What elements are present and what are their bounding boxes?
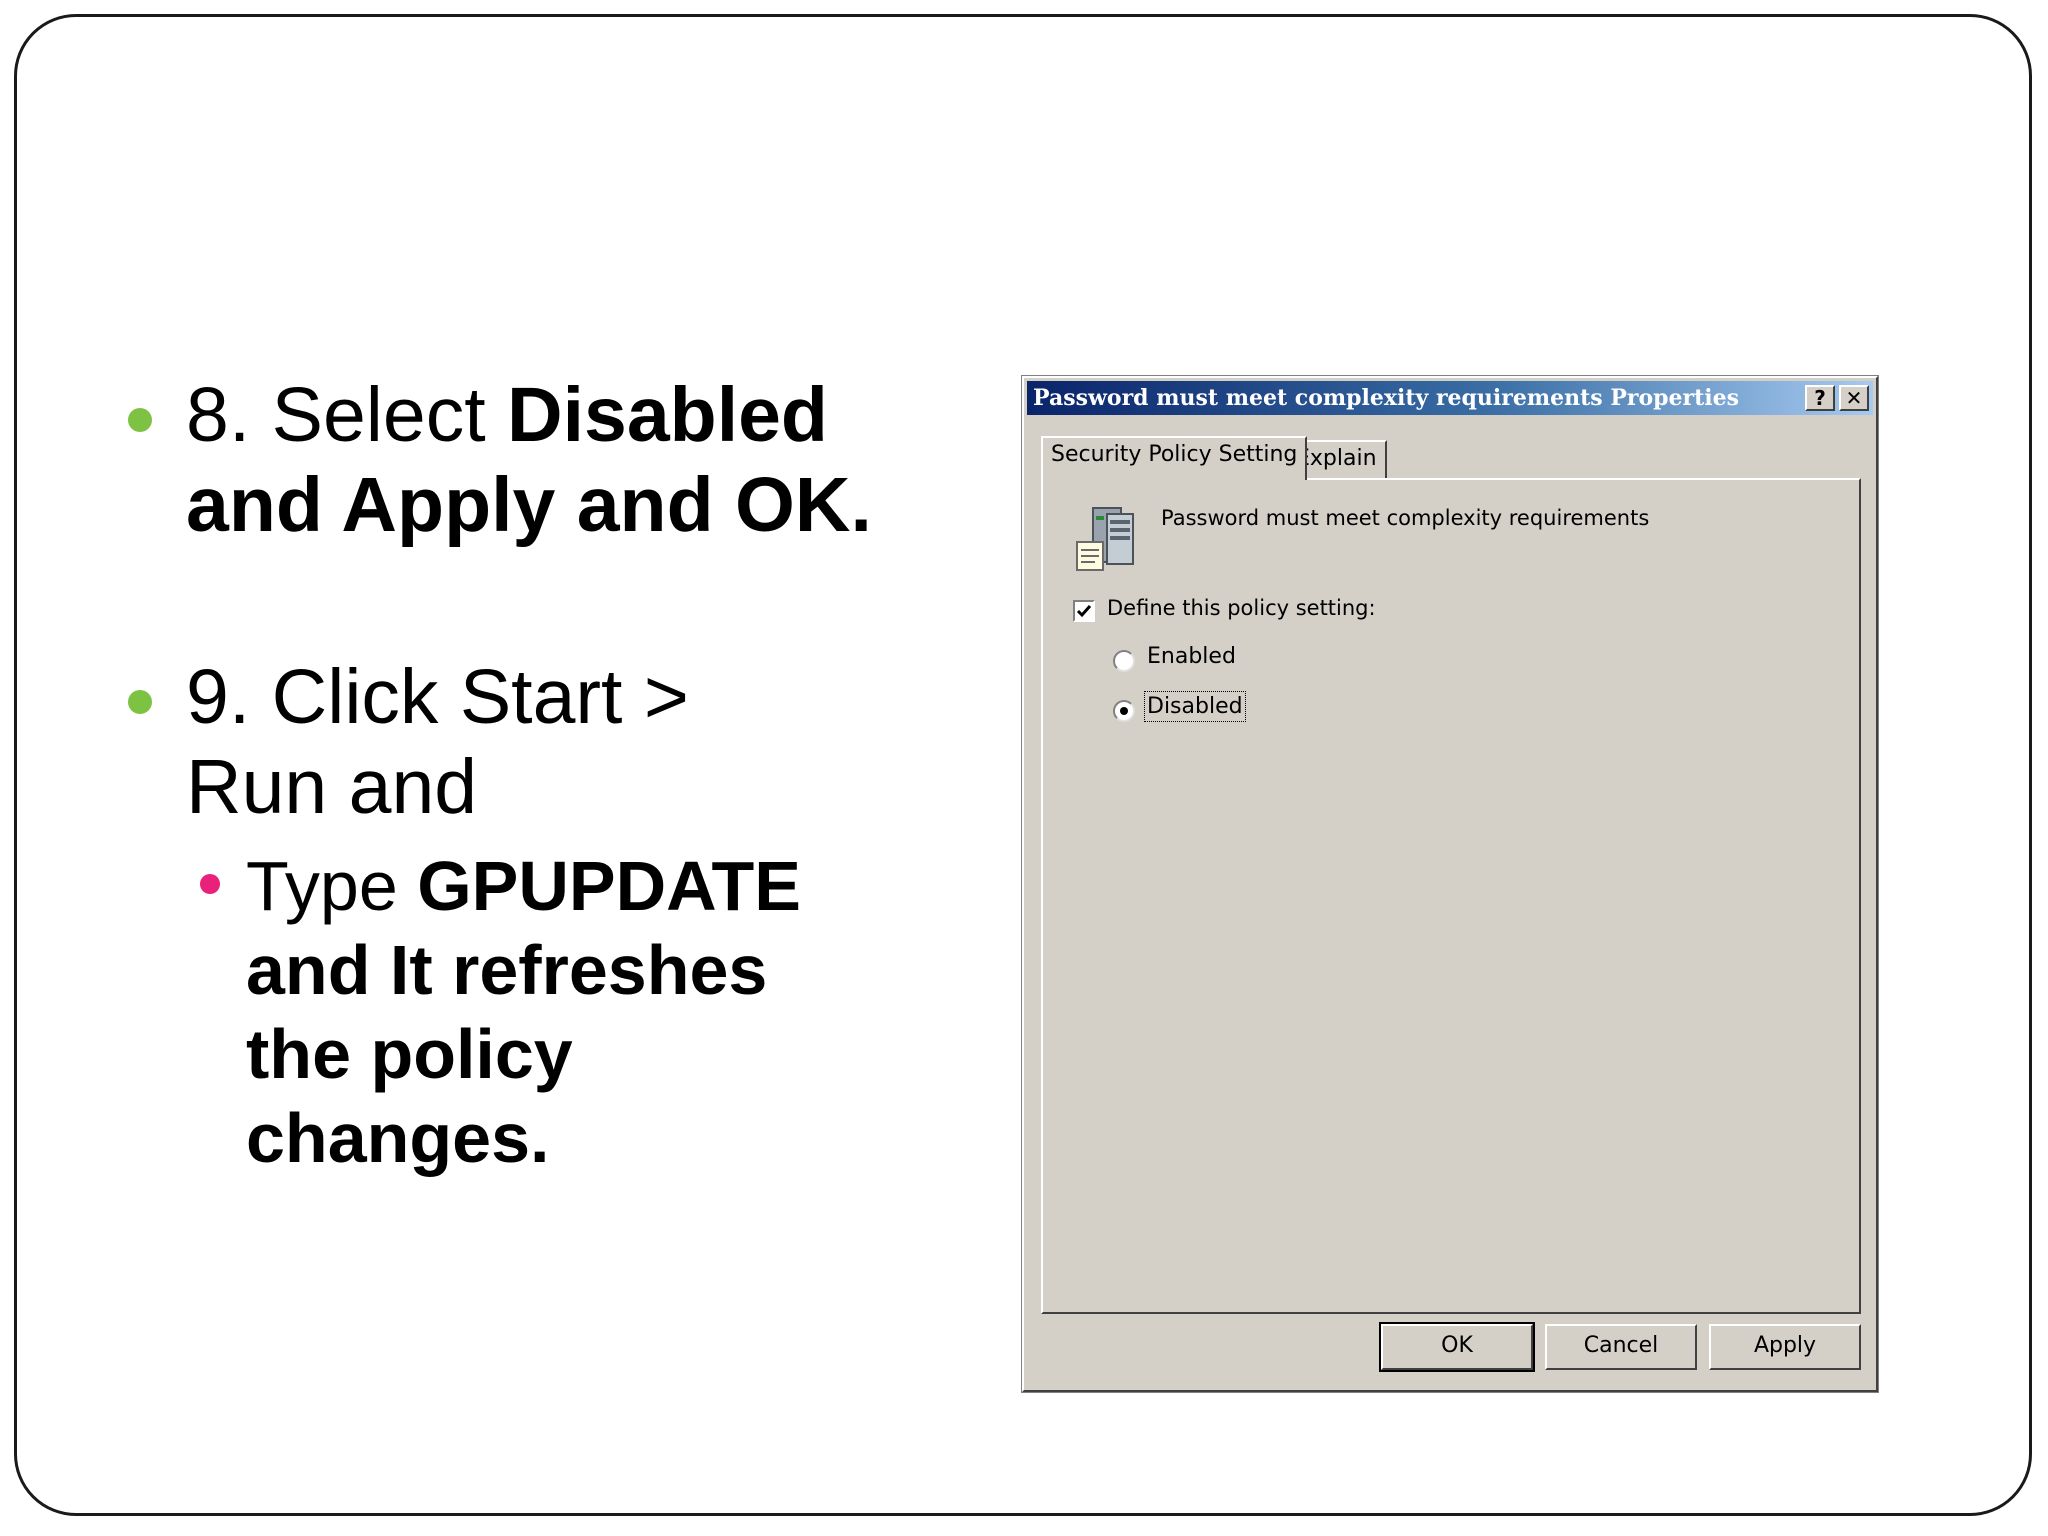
apply-button[interactable]: Apply (1709, 1324, 1861, 1370)
bullet-dot-1 (128, 408, 152, 432)
help-button[interactable]: ? (1805, 385, 1835, 411)
bullet-1-normal: 8. Select (186, 372, 508, 458)
enabled-radio[interactable] (1113, 650, 1135, 672)
bullet-dot-2 (128, 690, 152, 714)
bullet-2: 9. Click Start > Run and (186, 652, 746, 832)
radio-selected-dot (1120, 707, 1128, 715)
bullet-list: 8. Select Disabled and Apply and OK. 9. … (0, 0, 900, 1300)
server-policy-icon (1076, 507, 1134, 571)
cancel-button[interactable]: Cancel (1545, 1324, 1697, 1370)
dialog-titlebar[interactable]: Password must meet complexity requiremen… (1027, 381, 1873, 415)
tab-panel: Password must meet complexity requiremen… (1041, 478, 1861, 1314)
checkmark-icon (1076, 605, 1092, 618)
sub-bullet: Type GPUPDATE and It refreshes the polic… (246, 844, 846, 1180)
properties-dialog: Password must meet complexity requiremen… (1021, 375, 1879, 1393)
enabled-label[interactable]: Enabled (1147, 644, 1236, 669)
policy-name: Password must meet complexity requiremen… (1161, 506, 1650, 530)
sub-bullet-dot (200, 874, 220, 894)
define-policy-label[interactable]: Define this policy setting: (1107, 596, 1376, 620)
dialog-title: Password must meet complexity requiremen… (1033, 385, 1740, 411)
sub-bullet-normal: Type (246, 847, 418, 925)
bullet-2-normal: 9. Click Start > Run and (186, 654, 689, 830)
disabled-radio[interactable] (1113, 700, 1135, 722)
tab-security-policy-setting[interactable]: Security Policy Setting (1041, 436, 1308, 480)
define-policy-checkbox[interactable] (1073, 600, 1095, 622)
ok-button[interactable]: OK (1379, 1322, 1535, 1372)
bullet-1: 8. Select Disabled and Apply and OK. (186, 370, 886, 550)
disabled-label[interactable]: Disabled (1144, 691, 1246, 722)
close-button[interactable]: ✕ (1839, 385, 1869, 411)
